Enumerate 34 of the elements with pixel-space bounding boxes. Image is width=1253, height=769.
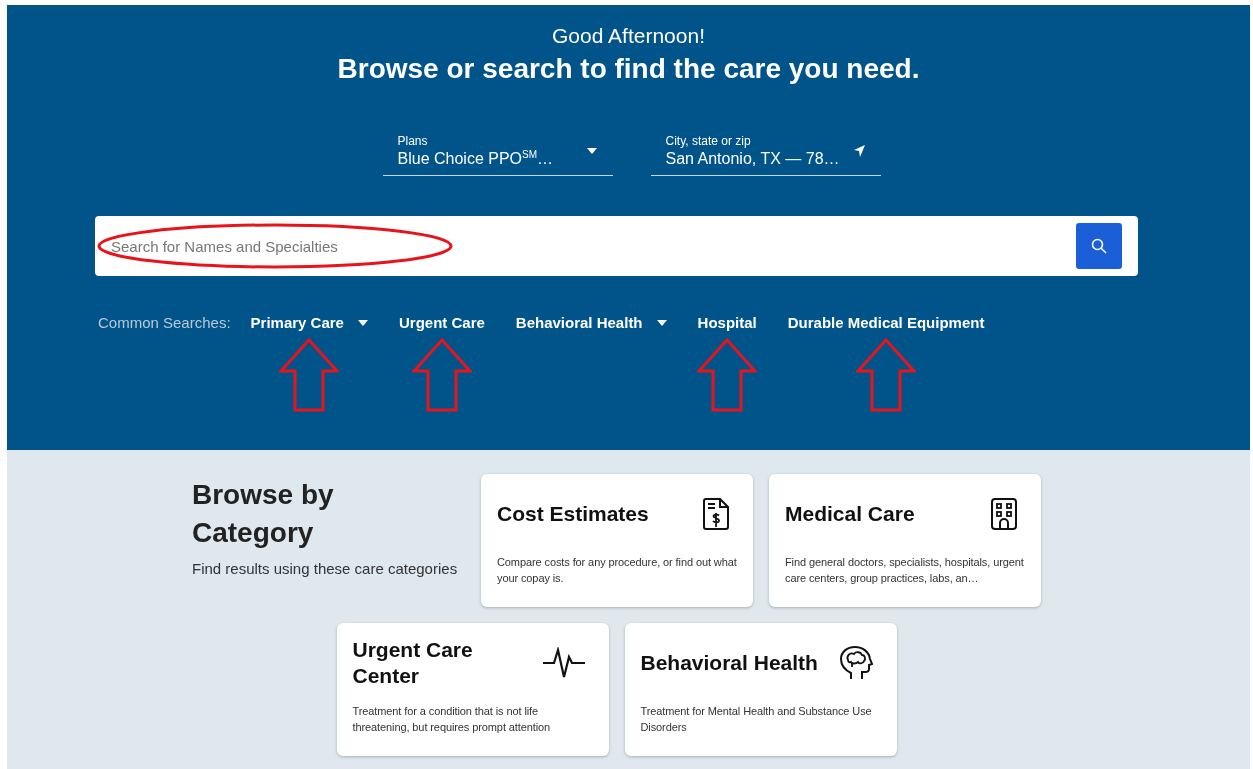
common-search-link[interactable]: Hospital — [697, 314, 757, 331]
common-search-link[interactable]: Behavioral Health — [515, 314, 667, 331]
head-brain-icon — [838, 646, 873, 680]
category-card[interactable]: Behavioral Health Treatment for Mental Health and Substance Use Disorders — [624, 623, 897, 756]
greeting: Good Afternoon! — [551, 23, 706, 48]
card-description: Find general doctors, specialists, hospitals, urgent care centers, group practices, labs, an… — [785, 555, 1025, 586]
common-searches-label: Common Searches: — [98, 314, 231, 331]
common-search-link[interactable]: Urgent Care — [398, 314, 485, 331]
card-description: Treatment for Mental Health and Substance Use Disorders — [640, 704, 873, 735]
building-icon — [991, 498, 1017, 530]
plan-dropdown[interactable]: Plans Blue Choice PPO$^{SM}$… — [382, 133, 613, 176]
location-field[interactable]: City, state or zip San Antonio, TX — 78… — [650, 133, 881, 176]
card-description: Compare costs for any procedure, or find out what your copay is. — [497, 555, 737, 586]
category-card[interactable]: Cost Estimates Compare costs for any procedure, or find out what your copay is. — [481, 474, 753, 607]
common-search-link[interactable]: Durable Medical Equipment — [787, 314, 985, 331]
location-arrow-icon — [853, 145, 865, 157]
card-title: Behavioral Health — [640, 650, 818, 676]
common-search-link[interactable]: Primary Care — [250, 314, 368, 331]
search-field[interactable]: Search for Names and Specialties — [95, 216, 1138, 276]
card-description: Treatment for a condition that is not life threatening, but requires prompt attention — [352, 704, 552, 735]
heartbeat-icon — [542, 647, 585, 679]
card-title: Urgent Care Center — [352, 637, 474, 689]
category-card[interactable]: Medical Care Find general doctors, specialists, hospitals, urgent care centers, group practices, labs, an… — [769, 474, 1041, 607]
dollar-document-icon — [703, 498, 729, 530]
search-icon — [1091, 238, 1107, 254]
section-subtitle: Find results using these care categories — [192, 560, 459, 577]
search-input[interactable]: Search for Names and Specialties — [95, 226, 1076, 266]
headline: Browse or search to find the care you need. — [336, 53, 921, 85]
card-title: Cost Estimates — [497, 501, 649, 527]
category-card[interactable]: Urgent Care Center Treatment for a condition that is not life threatening, but requires prompt attention — [336, 623, 609, 756]
card-title: Medical Care — [785, 501, 915, 527]
section-title: Browse by Category — [192, 478, 335, 550]
search-button[interactable] — [1076, 223, 1122, 269]
caret-icon — [586, 148, 597, 154]
